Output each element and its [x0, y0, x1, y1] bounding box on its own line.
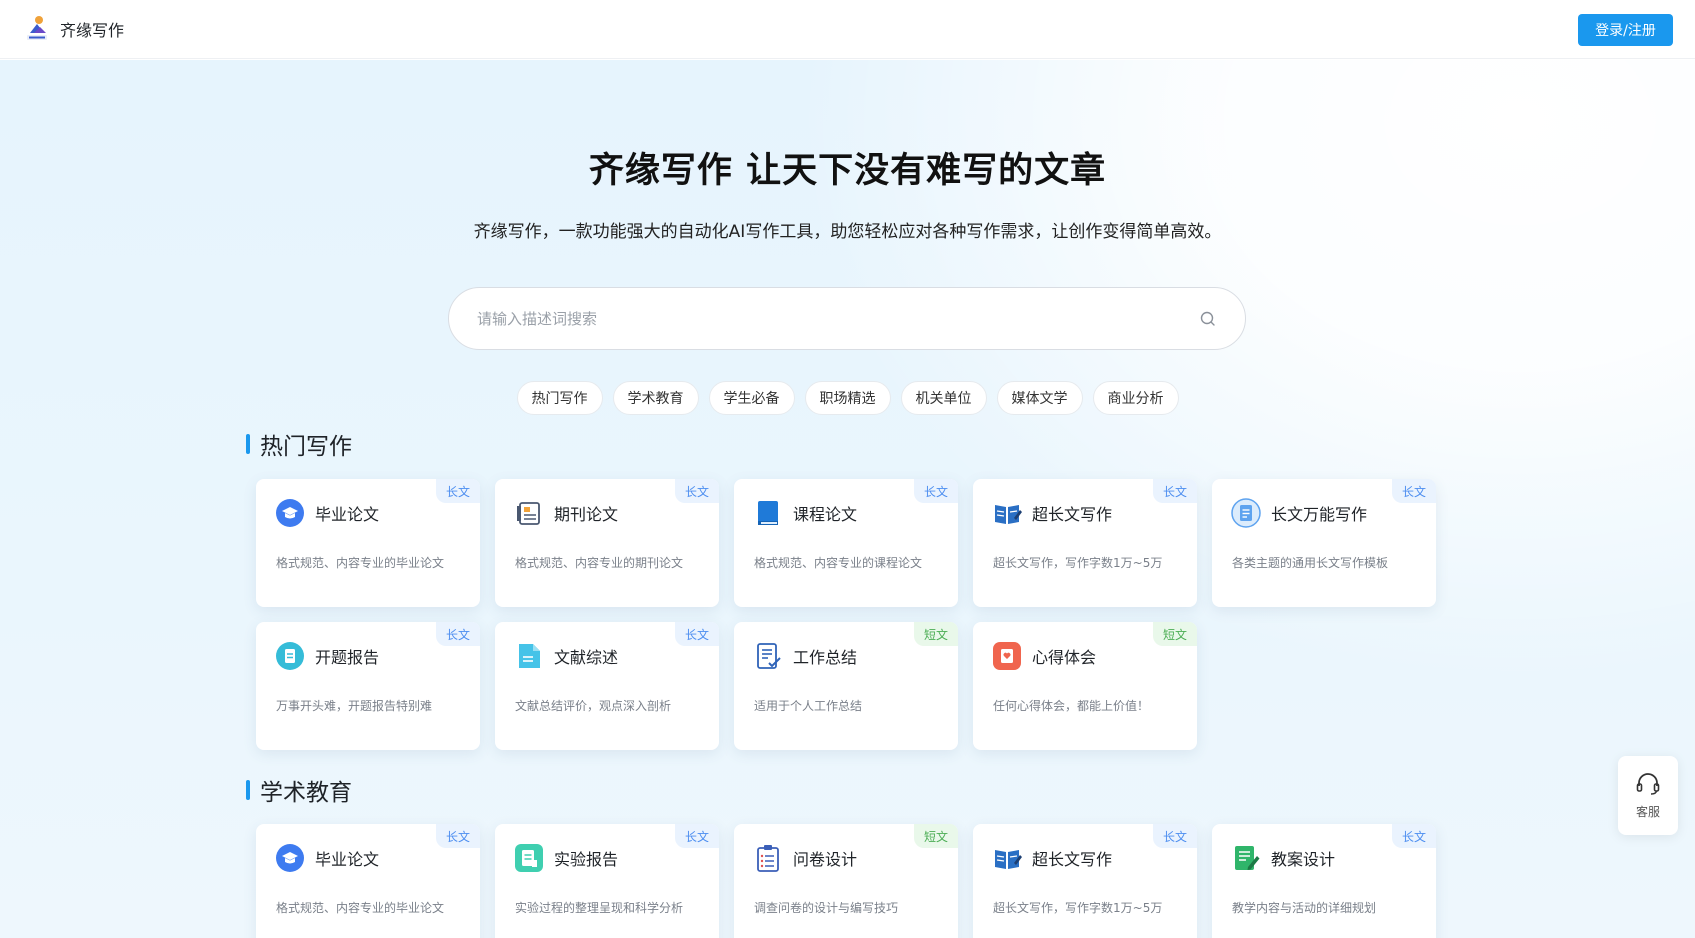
card-title: 课程论文 [793, 505, 858, 524]
category-chips: 热门写作 学术教育 学生必备 职场精选 机关单位 媒体文学 商业分析 [0, 381, 1695, 415]
card-tag: 长文 [674, 479, 719, 503]
card-description: 实验过程的整理呈现和科学分析 [515, 901, 684, 915]
card-questionnaire-design[interactable]: 短文 问卷设计 调查问卷的设计与编写技巧 [734, 824, 958, 938]
card-title: 长文万能写作 [1271, 505, 1368, 524]
card-proposal-report[interactable]: 长文 开题报告 万事开头难，开题报告特别难 [256, 622, 480, 750]
journal-icon [517, 502, 540, 525]
clipboard-icon [757, 845, 779, 872]
card-description: 任何心得体会，都能上价值！ [993, 699, 1150, 713]
chip-academic-education[interactable]: 学术教育 [612, 381, 699, 415]
card-reflection[interactable]: 短文 心得体会 任何心得体会，都能上价值！ [973, 622, 1197, 750]
card-tag: 长文 [435, 824, 480, 848]
card-description: 各类主题的通用长文写作模板 [1232, 556, 1389, 570]
section-accent-bar [246, 434, 250, 454]
chip-student-essentials[interactable]: 学生必备 [708, 381, 795, 415]
search-input[interactable] [477, 309, 1199, 328]
report-icon [276, 642, 304, 670]
card-title: 实验报告 [554, 850, 619, 869]
card-tag: 短文 [913, 622, 958, 646]
card-course-paper[interactable]: 长文 课程论文 格式规范、内容专业的课程论文 [734, 479, 958, 607]
card-description: 格式规范、内容专业的期刊论文 [515, 556, 684, 570]
card-title: 问卷设计 [793, 850, 858, 869]
card-journal-paper[interactable]: 长文 期刊论文 格式规范、内容专业的期刊论文 [495, 479, 719, 607]
section-title-hot: 热门写作 [246, 427, 352, 461]
heart-note-icon [993, 642, 1021, 670]
card-description: 文献总结评价，观点深入剖析 [515, 699, 672, 713]
section-title-text: 学术教育 [260, 780, 352, 806]
card-lesson-plan[interactable]: 长文 教案设计 教学内容与活动的详细规划 [1212, 824, 1436, 938]
card-description: 格式规范、内容专业的课程论文 [754, 556, 923, 570]
section-title-text: 热门写作 [260, 434, 352, 460]
card-title: 工作总结 [793, 648, 858, 667]
card-tag: 长文 [674, 824, 719, 848]
section-title-academic: 学术教育 [246, 773, 352, 807]
card-title: 期刊论文 [554, 505, 619, 524]
chip-hot-writing[interactable]: 热门写作 [516, 381, 603, 415]
card-tag: 长文 [1391, 824, 1436, 848]
headset-icon [1636, 773, 1660, 795]
card-tag: 长文 [674, 622, 719, 646]
card-title: 超长文写作 [1032, 505, 1113, 524]
card-tag: 短文 [1152, 622, 1197, 646]
card-title: 毕业论文 [315, 850, 380, 869]
card-graduation-thesis[interactable]: 长文 毕业论文 格式规范、内容专业的毕业论文 [256, 479, 480, 607]
card-description: 超长文写作，写作字数1万~5万 [993, 901, 1163, 915]
card-universal-long-writing[interactable]: 长文 长文万能写作 各类主题的通用长文写作模板 [1212, 479, 1436, 607]
card-tag: 长文 [1152, 479, 1197, 503]
graduation-cap-icon [276, 499, 304, 527]
card-tag: 长文 [1391, 479, 1436, 503]
card-lab-report[interactable]: 长文 实验报告 实验过程的整理呈现和科学分析 [495, 824, 719, 938]
chip-media-literature[interactable]: 媒体文学 [996, 381, 1083, 415]
card-description: 万事开头难，开题报告特别难 [276, 699, 433, 713]
graduation-cap-icon [276, 844, 304, 872]
card-tag: 长文 [435, 479, 480, 503]
customer-service-button[interactable]: 客服 [1618, 756, 1678, 835]
card-super-long-writing[interactable]: 长文 超长文写作 超长文写作，写作字数1万~5万 [973, 479, 1197, 607]
login-register-button[interactable]: 登录/注册 [1578, 14, 1673, 46]
card-super-long-writing-academic[interactable]: 长文 超长文写作 超长文写作，写作字数1万~5万 [973, 824, 1197, 938]
card-tag: 长文 [1152, 824, 1197, 848]
document-circle-icon [1231, 498, 1261, 528]
card-description: 教学内容与活动的详细规划 [1232, 901, 1377, 915]
search-icon[interactable] [1199, 310, 1217, 328]
chip-government-units[interactable]: 机关单位 [900, 381, 987, 415]
card-description: 适用于个人工作总结 [754, 699, 863, 713]
card-graduation-thesis-academic[interactable]: 长文 毕业论文 格式规范、内容专业的毕业论文 [256, 824, 480, 938]
card-literature-review[interactable]: 长文 文献综述 文献总结评价，观点深入剖析 [495, 622, 719, 750]
card-tag: 长文 [435, 622, 480, 646]
top-bar: 齐缘写作 登录/注册 [0, 0, 1695, 59]
hero-subtitle: 齐缘写作，一款功能强大的自动化AI写作工具，助您轻松应对各种写作需求，让创作变得… [473, 222, 1222, 242]
card-description: 格式规范、内容专业的毕业论文 [276, 556, 445, 570]
card-tag: 短文 [913, 824, 958, 848]
chip-business-analysis[interactable]: 商业分析 [1092, 381, 1179, 415]
card-title: 超长文写作 [1032, 850, 1113, 869]
book-icon [758, 501, 778, 525]
card-title: 心得体会 [1032, 648, 1097, 667]
lesson-plan-icon [1235, 846, 1260, 870]
lab-report-icon [515, 844, 543, 872]
card-title: 教案设计 [1271, 850, 1336, 869]
section-accent-bar [246, 780, 250, 800]
card-tag: 长文 [913, 479, 958, 503]
open-book-pen-icon [995, 505, 1022, 524]
card-description: 超长文写作，写作字数1万~5万 [993, 556, 1163, 570]
brand-logo[interactable] [24, 15, 50, 43]
hero-title: 齐缘写作 让天下没有难写的文章 [588, 151, 1107, 191]
card-work-summary[interactable]: 短文 工作总结 适用于个人工作总结 [734, 622, 958, 750]
brand-name[interactable]: 齐缘写作 [60, 17, 124, 41]
checklist-icon [757, 643, 781, 669]
card-description: 格式规范、内容专业的毕业论文 [276, 901, 445, 915]
card-title: 毕业论文 [315, 505, 380, 524]
card-title: 文献综述 [554, 648, 619, 667]
file-icon [519, 644, 540, 668]
card-title: 开题报告 [315, 648, 380, 667]
chip-workplace-picks[interactable]: 职场精选 [804, 381, 891, 415]
card-description: 调查问卷的设计与编写技巧 [754, 901, 899, 915]
search-bar [448, 287, 1246, 350]
customer-service-label: 客服 [1635, 805, 1660, 819]
open-book-pen-icon [995, 850, 1022, 869]
